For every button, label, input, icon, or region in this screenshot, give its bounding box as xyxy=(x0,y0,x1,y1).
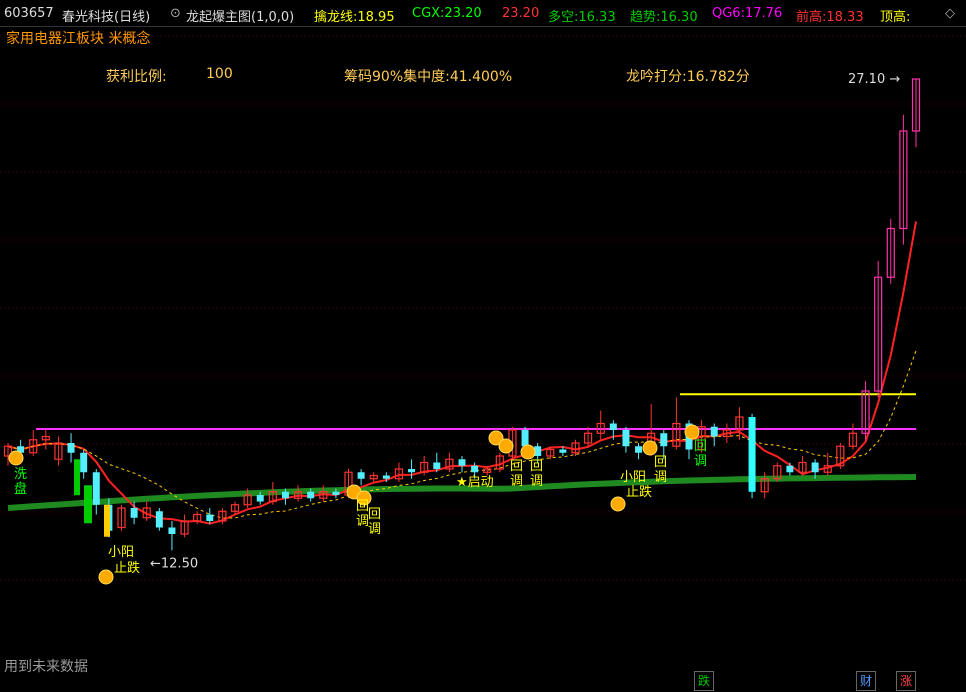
coin-icon xyxy=(610,496,626,512)
candle-body xyxy=(92,472,100,505)
candle-body xyxy=(748,417,756,492)
badge-die[interactable]: 跌 xyxy=(694,671,714,691)
stock-code[interactable]: 603657 xyxy=(4,6,54,21)
candle-body xyxy=(357,472,365,479)
annotation-huidiao: 回 xyxy=(654,455,667,470)
annotation-huidiao: 回 xyxy=(368,507,381,522)
candle-body xyxy=(622,430,630,447)
annotation-xiaoyang: 小阳 xyxy=(108,545,134,560)
candle-body xyxy=(458,459,466,466)
candle-body xyxy=(130,508,138,518)
candle-body xyxy=(559,449,567,453)
coin-icon xyxy=(8,450,24,466)
signal-bar xyxy=(74,459,80,496)
annotation-huidiao: 调 xyxy=(368,522,381,537)
candle-body xyxy=(67,443,75,453)
candle-body xyxy=(332,491,340,495)
header-item-3: 多空:16.33 xyxy=(548,10,616,25)
expand-icon[interactable]: ◇ xyxy=(945,6,955,21)
candle-body xyxy=(433,462,441,469)
coin-icon xyxy=(684,424,700,440)
indicator-name[interactable]: 龙起爆主图(1,0,0) xyxy=(186,6,294,25)
badge-cai[interactable]: 财 xyxy=(856,671,876,691)
candle-body xyxy=(471,465,479,473)
annotation-xiaoyang: 止跌 xyxy=(114,560,140,576)
candle-body xyxy=(521,430,529,447)
annotation-xiaoyang: 小阳 xyxy=(620,470,646,485)
annotation-huitiao: 调 xyxy=(694,454,707,469)
annotation-xipan: 洗 xyxy=(14,467,27,482)
candle-body xyxy=(635,446,643,453)
signal-bar xyxy=(84,485,92,524)
header-item-4: 趋势:16.30 xyxy=(630,10,698,25)
signal-bar xyxy=(104,504,110,537)
annotation-huidiao: 回 xyxy=(510,459,523,474)
annotation-huidiao: 回 xyxy=(530,459,543,474)
header-item-2: 23.20 xyxy=(502,6,540,21)
price-chart[interactable]: 27.10 →←12.50洗盘小阳止跌回调回调★启动回调回调 小阳止跌回调回调 xyxy=(0,26,966,666)
candle-body xyxy=(168,527,176,534)
candle-body xyxy=(206,514,214,521)
candle-body xyxy=(382,475,390,479)
header-item-7: 顶高: xyxy=(880,10,911,25)
candle-body xyxy=(408,469,416,473)
candle-body xyxy=(609,423,617,430)
candle-body xyxy=(281,491,289,499)
indicator-dropdown-icon[interactable]: ⊙ xyxy=(170,6,181,21)
candle-body xyxy=(786,465,794,473)
candle-body xyxy=(256,495,264,502)
stock-name[interactable]: 春光科技(日线) xyxy=(62,6,150,25)
header-item-0: 擒龙线:18.95 xyxy=(314,10,395,25)
high-price-label: 27.10 → xyxy=(848,72,900,87)
chart-header: 603657 春光科技(日线) ⊙ 龙起爆主图(1,0,0) ◇ 擒龙线:18.… xyxy=(0,0,966,27)
coin-icon xyxy=(98,569,114,585)
candle-body xyxy=(155,511,163,528)
low-price-label: ←12.50 xyxy=(150,557,198,572)
candle-body xyxy=(660,433,668,447)
annotation-xipan: 盘 xyxy=(14,481,27,497)
coin-icon xyxy=(520,444,536,460)
annotation-huidiao: 调 xyxy=(510,474,523,489)
candle-body xyxy=(811,462,819,473)
annotation-qidong: ★启动 xyxy=(456,475,494,490)
annotation-xiaoyang: 止跌 xyxy=(626,484,652,500)
candle-body xyxy=(710,426,718,437)
annotation-huidiao: 调 xyxy=(654,470,667,485)
header-item-1: CGX:23.20 xyxy=(412,6,482,21)
future-data-note: 用到未来数据 xyxy=(4,659,88,675)
coin-icon xyxy=(642,440,658,456)
annotation-huitiao: 回 xyxy=(694,439,707,454)
candle-body xyxy=(307,491,315,499)
annotation-huidiao: 调 xyxy=(530,474,543,489)
badge-zhang[interactable]: 涨 xyxy=(896,671,916,691)
header-item-6: 前高:18.33 xyxy=(796,10,864,25)
coin-icon xyxy=(498,438,514,454)
header-item-5: QG6:17.76 xyxy=(712,6,783,21)
candle-body xyxy=(80,452,88,473)
